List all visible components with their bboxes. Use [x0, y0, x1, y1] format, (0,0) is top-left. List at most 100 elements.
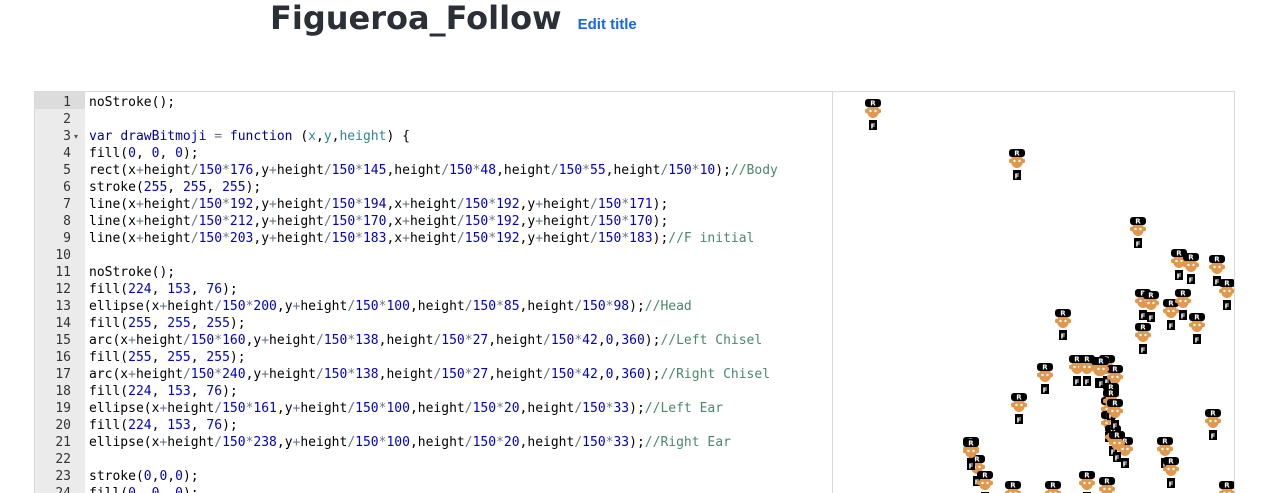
- code-token: ,height: [409, 401, 465, 416]
- line-number: 10: [55, 248, 71, 263]
- code-token: 20: [503, 435, 520, 450]
- code-token: height: [409, 197, 457, 212]
- bitmoji-sprite: RF: [1183, 253, 1199, 285]
- code-token: /: [190, 163, 199, 178]
- code-token: height: [543, 197, 590, 212]
- shirt-letter: F: [1181, 313, 1186, 321]
- fold-toggle-icon[interactable]: ▾: [74, 128, 78, 145]
- code-token: 170: [629, 214, 653, 229]
- shirt-letter: F: [1141, 347, 1146, 355]
- code-token: height: [276, 197, 324, 212]
- code-token: drawBitmoji: [120, 129, 207, 144]
- code-token: height: [339, 129, 387, 144]
- code-token: 171: [629, 197, 653, 212]
- code-token: 150: [441, 333, 465, 348]
- code-token: 100: [386, 401, 410, 416]
- shirt-letter: F: [1169, 323, 1174, 331]
- code-token: var: [89, 129, 121, 144]
- code-token: 76: [206, 282, 223, 297]
- code-token: 150: [472, 435, 497, 450]
- edit-title-link[interactable]: Edit title: [578, 16, 637, 33]
- code-token: ,: [190, 350, 207, 365]
- shirt-letter: F: [1169, 481, 1174, 489]
- code-token: /: [456, 197, 465, 212]
- code-token: *: [488, 214, 497, 229]
- code-line: arc(x+height/150*160,y+height/150*138,he…: [89, 332, 762, 349]
- code-token: x: [308, 129, 316, 144]
- code-token: 150: [472, 401, 497, 416]
- code-token: ) {: [386, 129, 410, 144]
- code-line: stroke(0,0,0);: [89, 468, 199, 485]
- line-number: 3: [63, 129, 71, 144]
- code-token: 76: [206, 418, 223, 433]
- code-token: 85: [503, 299, 520, 314]
- code-token: +: [261, 333, 270, 348]
- line-number: 13: [55, 299, 71, 314]
- code-line: fill(255, 255, 255);: [89, 349, 246, 366]
- code-token: 33: [613, 401, 630, 416]
- code-token: 150: [472, 299, 497, 314]
- code-token: 150: [582, 435, 606, 450]
- code-token: ,: [151, 316, 168, 331]
- code-token: *: [222, 197, 230, 212]
- hat-letter: R: [1014, 150, 1020, 158]
- code-token: fill(: [89, 146, 129, 161]
- code-token: ,: [597, 333, 606, 348]
- code-token: 150: [441, 367, 465, 382]
- code-token: 150: [190, 333, 215, 348]
- hat-letter: R: [1188, 254, 1194, 262]
- code-token: 153: [167, 384, 191, 399]
- code-token: 150: [582, 299, 606, 314]
- hat-letter: R: [1114, 432, 1120, 440]
- bitmoji-sprite: RF: [1055, 309, 1071, 341]
- hat-letter: R: [1098, 358, 1104, 366]
- code-token: //Right Ear: [644, 435, 731, 450]
- code-token: ,height: [519, 299, 575, 314]
- code-token: 194: [362, 197, 387, 212]
- code-token: /: [190, 197, 199, 212]
- line-number: 6: [63, 180, 71, 195]
- code-token: +: [135, 197, 144, 212]
- output-canvas[interactable]: RFRFRFRFRFRFRFRFRFRFRFRFRFRFRFRFRFRFRFRF…: [833, 92, 1234, 493]
- shirt-letter: F: [1189, 277, 1194, 285]
- code-token: 27: [472, 333, 489, 348]
- line-number: 7: [63, 197, 71, 212]
- code-token: 76: [206, 384, 223, 399]
- code-token: *: [222, 163, 230, 178]
- code-line: ellipse(x+height/150*238,y+height/150*10…: [89, 434, 731, 451]
- code-token: ,: [151, 282, 168, 297]
- bitmoji-sprite: RF: [1099, 477, 1115, 493]
- code-token: noStroke();: [89, 95, 176, 110]
- code-token: 150: [597, 231, 622, 246]
- code-token: ,x: [386, 231, 403, 246]
- code-token: /: [347, 435, 356, 450]
- code-token: /: [550, 163, 559, 178]
- code-line: stroke(255, 255, 255);: [89, 179, 261, 196]
- bitmoji-sprite: RF: [1135, 323, 1151, 355]
- code-token: 150: [558, 163, 583, 178]
- code-token: 192: [496, 214, 520, 229]
- bitmoji-sprite: RF: [1163, 457, 1179, 489]
- code-token: 255: [128, 316, 152, 331]
- line-number: 16: [55, 350, 71, 365]
- code-token: /: [441, 163, 450, 178]
- code-token: );: [629, 435, 645, 450]
- code-token: /: [464, 401, 473, 416]
- code-token: height: [143, 214, 191, 229]
- code-token: 360: [621, 367, 645, 382]
- line-number: 11: [55, 265, 71, 280]
- hat-letter: R: [1042, 364, 1048, 372]
- code-token: ,: [190, 384, 207, 399]
- code-token: height: [300, 401, 348, 416]
- code-token: ,height: [409, 299, 465, 314]
- code-token: rect(x: [89, 163, 136, 178]
- code-editor[interactable]: noStroke(); var drawBitmoji = function (x…: [89, 92, 831, 493]
- code-token: 150: [449, 163, 473, 178]
- code-token: //Left Ear: [644, 401, 724, 416]
- code-token: 150: [550, 367, 575, 382]
- hat-letter: R: [1162, 438, 1168, 446]
- hat-letter: R: [982, 472, 988, 480]
- bitmoji-sprite: RF: [1189, 313, 1205, 345]
- code-token: height: [167, 299, 215, 314]
- line-number: 22: [55, 452, 71, 467]
